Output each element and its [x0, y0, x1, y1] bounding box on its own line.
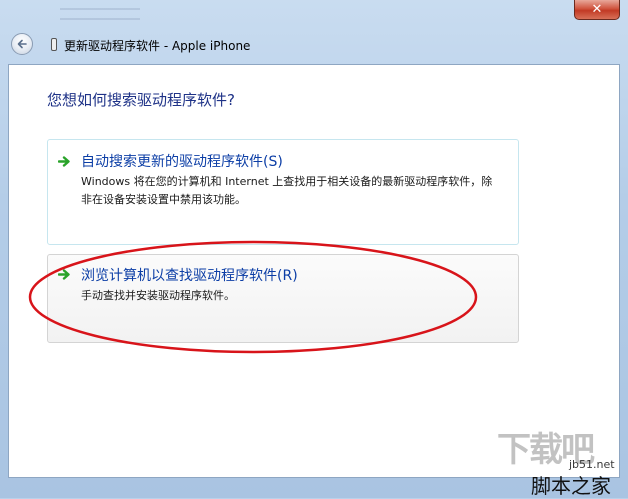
- navigation-bar: 更新驱动程序软件 - Apple iPhone: [0, 26, 628, 62]
- option-description: Windows 将在您的计算机和 Internet 上查找用于相关设备的最新驱动…: [81, 175, 493, 206]
- green-arrow-icon: [58, 269, 70, 280]
- green-arrow-icon: [58, 156, 70, 167]
- option-title: 浏览计算机以查找驱动程序软件(R): [81, 268, 298, 284]
- close-icon: ✕: [591, 2, 603, 17]
- option-auto-search[interactable]: 自动搜索更新的驱动程序软件(S) Windows 将在您的计算机和 Intern…: [47, 139, 519, 245]
- phone-icon: [51, 38, 57, 51]
- watermark-name: 脚本之家: [531, 474, 611, 498]
- back-arrow-icon: [17, 39, 27, 49]
- option-browse-computer[interactable]: 浏览计算机以查找驱动程序软件(R) 手动查找并安装驱动程序软件。: [47, 254, 519, 343]
- back-button[interactable]: [11, 33, 33, 55]
- option-title: 自动搜索更新的驱动程序软件(S): [81, 154, 283, 170]
- watermark: 下载吧 jb51.net 脚本之家: [497, 418, 625, 498]
- dialog-window: ✕ 更新驱动程序软件 - Apple iPhone 您想如何搜索驱动程序软件? …: [0, 0, 628, 498]
- page-question: 您想如何搜索驱动程序软件?: [47, 91, 235, 109]
- option-description: 手动查找并安装驱动程序软件。: [81, 289, 235, 302]
- content-panel: 您想如何搜索驱动程序软件? 自动搜索更新的驱动程序软件(S) Windows 将…: [8, 64, 620, 478]
- window-title: 更新驱动程序软件 - Apple iPhone: [64, 39, 251, 53]
- close-button[interactable]: ✕: [574, 0, 620, 20]
